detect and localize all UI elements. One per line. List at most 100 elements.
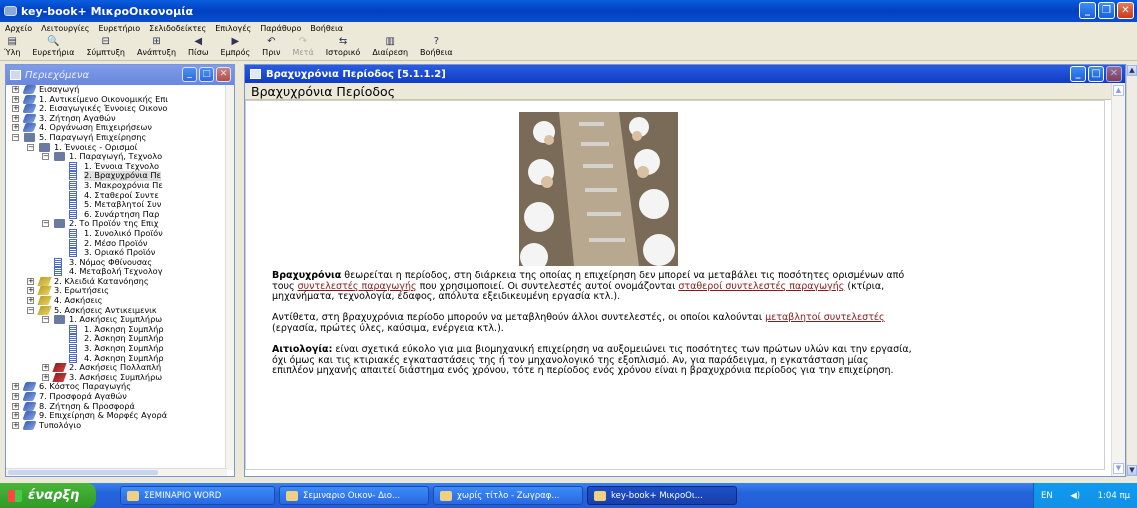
topic-maximize-button[interactable]: □	[1088, 66, 1104, 82]
start-button[interactable]: έναρξη	[0, 483, 96, 508]
expand-toggle-icon[interactable]: +	[12, 105, 19, 113]
link-variable-factors[interactable]: μεταβλητοί συντελεστές	[765, 312, 885, 323]
chapter-icon	[22, 392, 37, 401]
expand-toggle-icon[interactable]: +	[27, 297, 34, 305]
expand-toggle-icon[interactable]: +	[12, 393, 19, 400]
open-book-icon	[54, 219, 65, 229]
app-window: key-book+ ΜικροΟικονομία _ ❐ ✕ Αρχείο Λει…	[0, 0, 1137, 508]
close-button[interactable]: ✕	[1117, 2, 1134, 19]
expand-toggle-icon[interactable]: +	[12, 86, 19, 93]
menu-item[interactable]: Παράθυρο	[260, 24, 301, 33]
menu-item[interactable]: Επιλογές	[215, 24, 251, 33]
chapter-icon	[22, 411, 37, 421]
toolbar-button[interactable]: ◀ Πίσω	[188, 35, 209, 57]
toolbar-button[interactable]: ↶ Πριν	[262, 35, 280, 57]
collapse-toggle-icon[interactable]: −	[42, 153, 49, 161]
maximize-button[interactable]: ❐	[1098, 2, 1115, 19]
expand-toggle-icon[interactable]: +	[12, 412, 19, 420]
windows-logo-icon	[8, 489, 22, 502]
main-scroll-up-icon[interactable]: ▲	[1127, 65, 1137, 76]
menu-item[interactable]: Βοήθεια	[310, 24, 343, 33]
topic-close-button[interactable]: ✕	[1106, 66, 1122, 82]
taskbar-button[interactable]: key-book+ ΜικροΟι...	[587, 486, 737, 505]
topic-content: Βραχυχρόνια θεωρείται η περίοδος, στη δι…	[245, 100, 1105, 470]
language-indicator[interactable]: EN	[1041, 491, 1053, 501]
expand-toggle-icon[interactable]: +	[27, 277, 34, 285]
toolbar-label: Πίσω	[188, 48, 209, 57]
collapse-toggle-icon[interactable]: −	[42, 316, 49, 324]
contents-maximize-button[interactable]: □	[199, 67, 214, 82]
link-fixed-factors[interactable]: σταθεροί συντελεστές παραγωγής	[678, 281, 844, 292]
toolbar-button[interactable]: 🔍 Ευρετήρια	[32, 35, 74, 57]
text-span: Αντίθετα, στη βραχυχρόνια περίοδο μπορού…	[272, 312, 766, 324]
collapse-toggle-icon[interactable]: −	[27, 143, 34, 151]
minimize-button[interactable]: _	[1079, 2, 1096, 19]
menu-item[interactable]: Ευρετήριο	[99, 24, 141, 33]
expand-icon: ⊞	[152, 36, 161, 47]
main-vertical-scrollbar[interactable]: ▲ ▼	[1126, 64, 1137, 477]
taskbar-button[interactable]: ΣΕΜΙΝΑΡΙΟ WORD	[120, 486, 275, 505]
open-book-icon	[54, 315, 65, 325]
taskbar-button[interactable]: Σεμιναριο Οικον- Διο...	[279, 486, 429, 505]
expand-toggle-icon[interactable]: +	[27, 287, 34, 295]
topic-text: Βραχυχρόνια θεωρείται η περίοδος, στη δι…	[272, 270, 912, 387]
toolbar-button[interactable]: ▥ Διαίρεση	[372, 35, 408, 57]
toolbar-button[interactable]: ↷ Μετά	[292, 35, 313, 57]
tree-item-label: Τυπολόγιο	[39, 419, 82, 430]
link-production-factors[interactable]: συντελεστές παραγωγής	[298, 281, 417, 292]
forward-icon: ▶	[231, 36, 240, 47]
document-icon	[69, 161, 77, 171]
topic-minimize-button[interactable]: _	[1070, 66, 1086, 82]
topic-panel-title-bar[interactable]: Βραχυχρόνια Περίοδος [5.1.1.2] _ □ ✕	[245, 65, 1125, 83]
expand-toggle-icon[interactable]: +	[12, 124, 19, 132]
open-book-icon	[24, 132, 35, 142]
main-scroll-down-icon[interactable]: ▼	[1127, 465, 1137, 476]
expand-toggle-icon[interactable]: +	[12, 383, 19, 391]
scroll-thumb[interactable]	[8, 470, 158, 475]
expand-toggle-icon[interactable]: +	[12, 402, 19, 410]
contents-minimize-button[interactable]: _	[182, 67, 197, 82]
speaker-icon[interactable]: ◀)	[1070, 491, 1080, 501]
toolbar-button[interactable]: ▶ Εμπρός	[221, 35, 251, 57]
contents-horizontal-scrollbar[interactable]	[6, 468, 227, 476]
app-icon	[286, 490, 298, 501]
toolbar: ▤ Ύλη 🔍 Ευρετήρια ⊟ Σύμπτυξη ⊞ Ανάπτυξη ◀ Πίσω ▶ Εμ…	[0, 35, 1137, 61]
menu-item[interactable]: Λειτουργίες	[41, 24, 89, 33]
toolbar-button[interactable]: ? Βοήθεια	[420, 35, 453, 57]
expand-toggle-icon[interactable]: +	[42, 364, 49, 372]
collapse-toggle-icon[interactable]: −	[12, 133, 19, 141]
undo-icon: ↶	[267, 36, 276, 47]
title-bar[interactable]: key-book+ ΜικροΟικονομία _ ❐ ✕	[0, 0, 1137, 22]
toolbar-button[interactable]: ⇆ Ιστορικό	[326, 35, 361, 57]
expand-toggle-icon[interactable]: +	[12, 95, 19, 103]
menu-item[interactable]: Σελιδοδείκτες	[149, 24, 206, 33]
toolbar-label: Ανάπτυξη	[137, 48, 177, 57]
toolbar-button[interactable]: ▤ Ύλη	[4, 35, 20, 57]
menu-item[interactable]: Αρχείο	[5, 24, 32, 33]
tree-item[interactable]: +2. Κλειδιά Κατανόησης	[6, 276, 227, 287]
scroll-down-icon[interactable]: ▼	[1113, 463, 1124, 474]
topic-panel: Βραχυχρόνια Περίοδος [5.1.1.2] _ □ ✕ Βρα…	[244, 64, 1126, 477]
toolbar-button[interactable]: ⊞ Ανάπτυξη	[137, 35, 176, 57]
chapter-icon	[22, 94, 37, 104]
expand-toggle-icon[interactable]: +	[12, 114, 19, 122]
contents-vertical-scrollbar[interactable]	[225, 85, 234, 470]
expand-toggle-icon[interactable]: +	[12, 421, 19, 429]
collapse-toggle-icon[interactable]: −	[27, 306, 34, 314]
collapse-icon: ⊟	[101, 36, 110, 47]
taskbar-button[interactable]: χωρίς τίτλο - Ζωγραφ...	[433, 486, 583, 505]
collapse-toggle-icon[interactable]: −	[42, 220, 49, 228]
tree-item[interactable]: +3. Ερωτήσεις	[6, 286, 227, 296]
chapter-icon	[22, 123, 37, 133]
scroll-up-icon[interactable]: ▲	[1113, 85, 1124, 96]
document-icon	[69, 200, 77, 210]
chapter-icon	[37, 296, 52, 306]
topic-icon	[250, 69, 261, 79]
contents-close-button[interactable]: ✕	[216, 67, 231, 82]
tree-item[interactable]: + Τυπολόγιο	[6, 419, 227, 431]
contents-panel-title-bar[interactable]: Περιεχόμενα _ □ ✕	[6, 65, 234, 85]
toolbar-button[interactable]: ⊟ Σύμπτυξη	[86, 35, 125, 57]
open-book-icon	[39, 142, 50, 152]
expand-toggle-icon[interactable]: +	[42, 373, 49, 381]
topic-vertical-scrollbar[interactable]: ▲ ▼	[1111, 83, 1125, 476]
